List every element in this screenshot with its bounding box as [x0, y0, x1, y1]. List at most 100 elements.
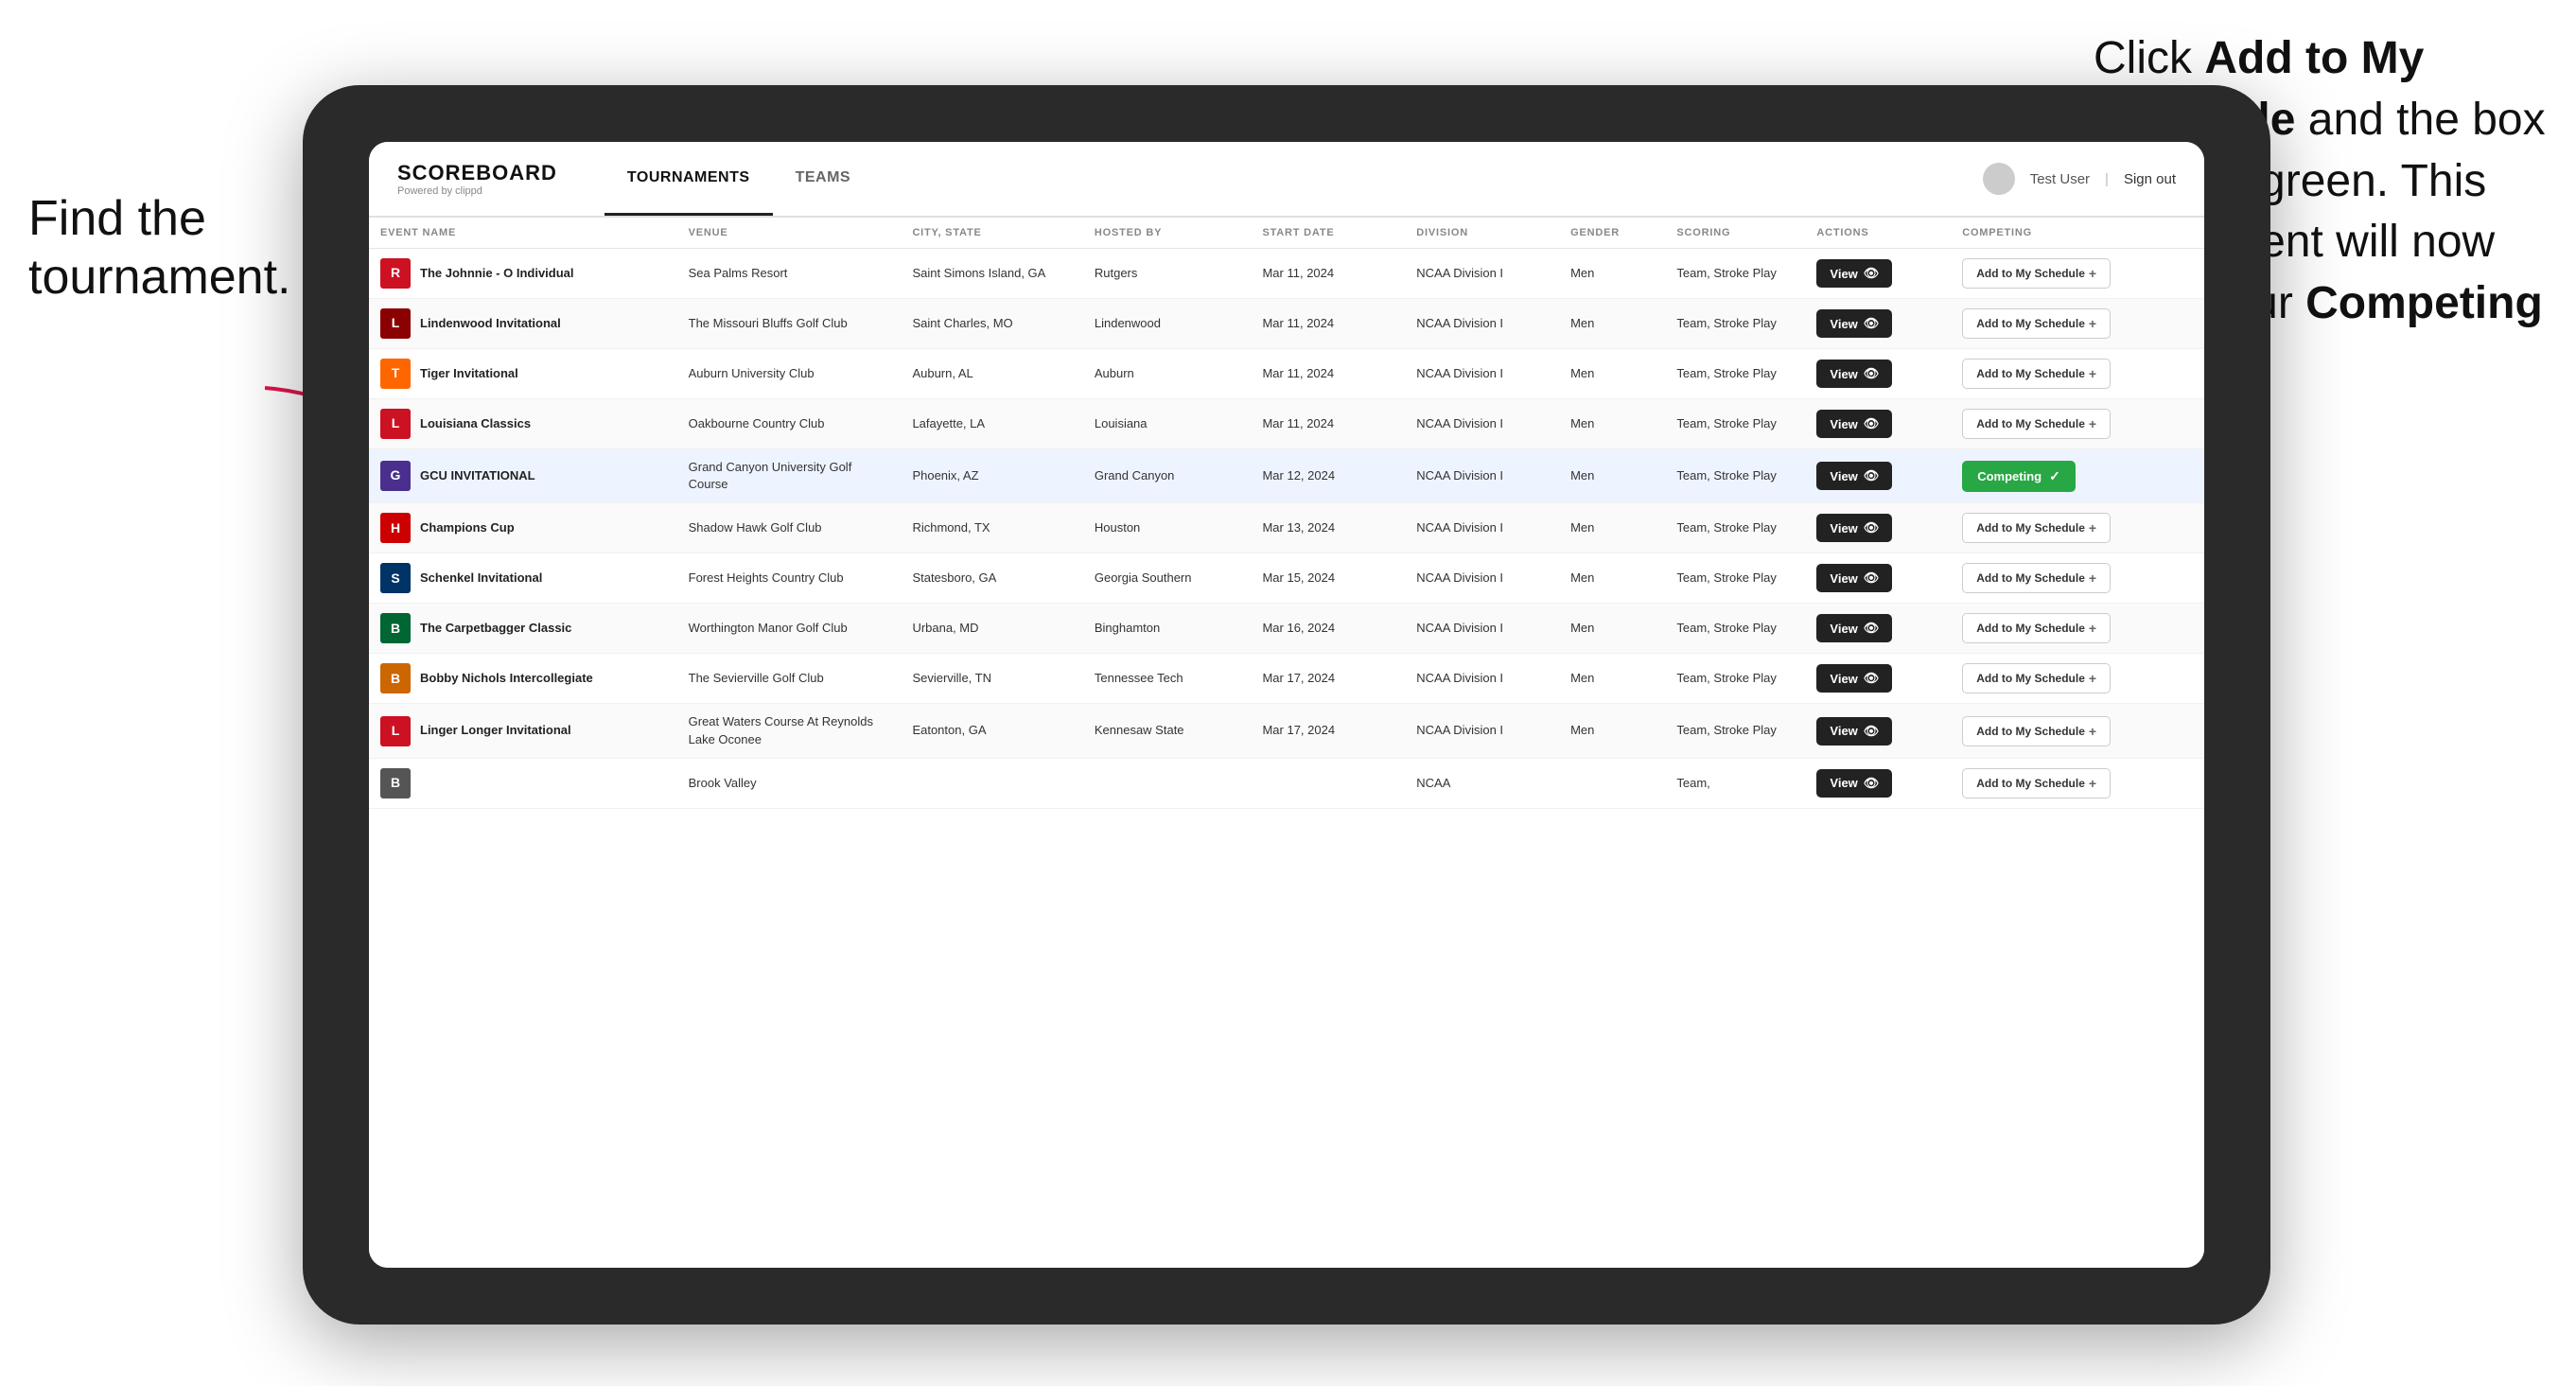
scoring-cell: Team, Stroke Play: [1665, 604, 1805, 654]
venue-cell: The Sevierville Golf Club: [677, 654, 902, 704]
competing-cell: Add to My Schedule +: [1951, 604, 2204, 654]
event-name: Bobby Nichols Intercollegiate: [420, 670, 593, 687]
date-cell: Mar 13, 2024: [1251, 503, 1405, 553]
view-button[interactable]: View 👁: [1816, 514, 1892, 542]
gender-cell: Men: [1559, 503, 1665, 553]
sign-out-link[interactable]: Sign out: [2124, 171, 2176, 187]
event-cell: R The Johnnie - O Individual: [380, 258, 666, 289]
tablet-frame: SCOREBOARD Powered by clippd TOURNAMENTS…: [303, 85, 2270, 1325]
team-logo: B: [380, 613, 411, 643]
competing-cell: Add to My Schedule +: [1951, 349, 2204, 399]
hosted-cell: Rutgers: [1083, 249, 1252, 299]
competing-cell: Add to My Schedule +: [1951, 299, 2204, 349]
competing-cell: Add to My Schedule +: [1951, 249, 2204, 299]
nav-tab-tournaments[interactable]: TOURNAMENTS: [605, 142, 773, 216]
team-logo: G: [380, 461, 411, 491]
hosted-cell: Houston: [1083, 503, 1252, 553]
add-to-schedule-button[interactable]: Add to My Schedule +: [1962, 716, 2111, 746]
actions-cell: View 👁: [1805, 249, 1951, 299]
add-to-schedule-button[interactable]: Add to My Schedule +: [1962, 663, 2111, 693]
add-to-schedule-button[interactable]: Add to My Schedule +: [1962, 359, 2111, 389]
city-cell: Saint Simons Island, GA: [901, 249, 1082, 299]
date-cell: Mar 17, 2024: [1251, 704, 1405, 758]
event-cell: L Linger Longer Invitational: [380, 716, 666, 746]
city-cell: [901, 758, 1082, 808]
view-button[interactable]: View 👁: [1816, 462, 1892, 490]
scoring-cell: Team, Stroke Play: [1665, 553, 1805, 604]
competing-cell: Competing ✓: [1951, 449, 2204, 503]
add-to-schedule-button[interactable]: Add to My Schedule +: [1962, 613, 2111, 643]
eye-icon: 👁: [1864, 724, 1880, 739]
scoring-cell: Team, Stroke Play: [1665, 349, 1805, 399]
city-cell: Auburn, AL: [901, 349, 1082, 399]
gender-cell: Men: [1559, 553, 1665, 604]
add-to-schedule-button[interactable]: Add to My Schedule +: [1962, 258, 2111, 289]
team-logo: B: [380, 663, 411, 693]
scoring-cell: Team, Stroke Play: [1665, 654, 1805, 704]
event-cell: T Tiger Invitational: [380, 359, 666, 389]
city-cell: Saint Charles, MO: [901, 299, 1082, 349]
event-cell: S Schenkel Invitational: [380, 563, 666, 593]
view-button[interactable]: View 👁: [1816, 410, 1892, 438]
division-cell: NCAA Division I: [1405, 654, 1559, 704]
team-logo: L: [380, 716, 411, 746]
hosted-cell: Binghamton: [1083, 604, 1252, 654]
user-avatar: [1983, 163, 2015, 195]
competing-cell: Add to My Schedule +: [1951, 704, 2204, 758]
hosted-cell: Grand Canyon: [1083, 449, 1252, 503]
division-cell: NCAA Division I: [1405, 704, 1559, 758]
eye-icon: 👁: [1864, 316, 1880, 331]
competing-button[interactable]: Competing ✓: [1962, 461, 2076, 492]
table-row: H Champions Cup Shadow Hawk Golf ClubRic…: [369, 503, 2204, 553]
col-header-actions: ACTIONS: [1805, 218, 1951, 249]
hosted-cell: Lindenwood: [1083, 299, 1252, 349]
add-to-schedule-button[interactable]: Add to My Schedule +: [1962, 308, 2111, 339]
view-button[interactable]: View 👁: [1816, 564, 1892, 592]
date-cell: [1251, 758, 1405, 808]
city-cell: Lafayette, LA: [901, 399, 1082, 449]
view-button[interactable]: View 👁: [1816, 259, 1892, 288]
add-to-schedule-button[interactable]: Add to My Schedule +: [1962, 563, 2111, 593]
tournaments-table: EVENT NAME VENUE CITY, STATE HOSTED BY S…: [369, 218, 2204, 809]
division-cell: NCAA Division I: [1405, 604, 1559, 654]
table-row: L Linger Longer Invitational Great Water…: [369, 704, 2204, 758]
col-header-competing: COMPETING: [1951, 218, 2204, 249]
plus-icon: +: [2089, 416, 2096, 431]
view-button[interactable]: View 👁: [1816, 309, 1892, 338]
team-logo: L: [380, 308, 411, 339]
gender-cell: Men: [1559, 654, 1665, 704]
add-to-schedule-button[interactable]: Add to My Schedule +: [1962, 768, 2111, 798]
event-cell: L Louisiana Classics: [380, 409, 666, 439]
view-button[interactable]: View 👁: [1816, 769, 1892, 798]
tablet-screen: SCOREBOARD Powered by clippd TOURNAMENTS…: [369, 142, 2204, 1268]
date-cell: Mar 15, 2024: [1251, 553, 1405, 604]
view-button[interactable]: View 👁: [1816, 614, 1892, 642]
event-cell: B The Carpetbagger Classic: [380, 613, 666, 643]
app-logo-sub: Powered by clippd: [397, 185, 557, 197]
competing-cell: Add to My Schedule +: [1951, 758, 2204, 808]
view-button[interactable]: View 👁: [1816, 664, 1892, 693]
col-header-division: DIVISION: [1405, 218, 1559, 249]
plus-icon: +: [2089, 724, 2096, 739]
event-name: Schenkel Invitational: [420, 570, 542, 587]
nav-tab-teams[interactable]: TEAMS: [773, 142, 874, 216]
eye-icon: 👁: [1864, 468, 1880, 483]
event-cell: B Bobby Nichols Intercollegiate: [380, 663, 666, 693]
event-name: The Carpetbagger Classic: [420, 620, 571, 637]
add-to-schedule-button[interactable]: Add to My Schedule +: [1962, 513, 2111, 543]
view-button[interactable]: View 👁: [1816, 360, 1892, 388]
venue-cell: Oakbourne Country Club: [677, 399, 902, 449]
add-to-schedule-button[interactable]: Add to My Schedule +: [1962, 409, 2111, 439]
table-row: L Louisiana Classics Oakbourne Country C…: [369, 399, 2204, 449]
event-name: The Johnnie - O Individual: [420, 265, 574, 282]
plus-icon: +: [2089, 366, 2096, 381]
scoring-cell: Team, Stroke Play: [1665, 449, 1805, 503]
city-cell: Sevierville, TN: [901, 654, 1082, 704]
actions-cell: View 👁: [1805, 758, 1951, 808]
team-logo: S: [380, 563, 411, 593]
view-button[interactable]: View 👁: [1816, 717, 1892, 746]
team-logo: L: [380, 409, 411, 439]
gender-cell: Men: [1559, 449, 1665, 503]
competing-cell: Add to My Schedule +: [1951, 399, 2204, 449]
app-logo: SCOREBOARD: [397, 161, 557, 185]
